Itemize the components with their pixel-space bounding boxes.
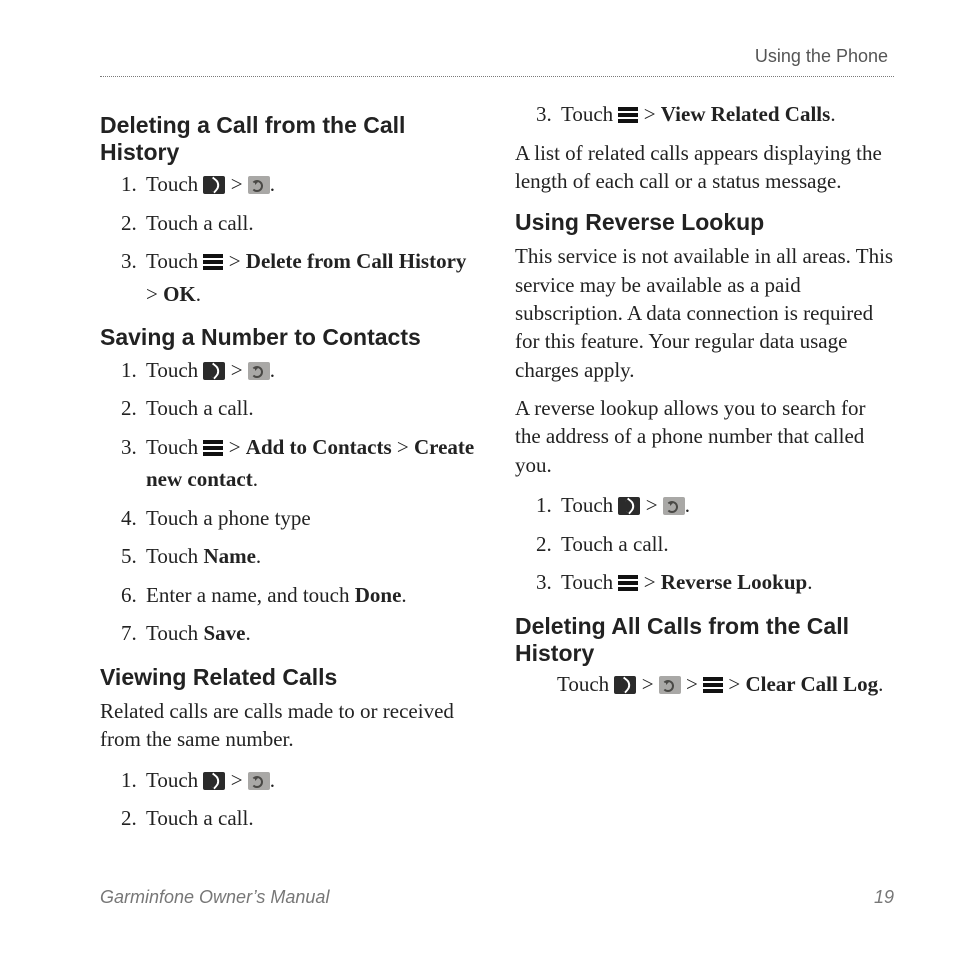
phone-icon: [618, 497, 640, 515]
phone-icon: [203, 772, 225, 790]
header-rule: [100, 76, 894, 77]
step: Touch > Delete from Call History > OK.: [142, 245, 479, 310]
paragraph: Related calls are calls made to or recei…: [100, 697, 479, 754]
step: Enter a name, and touch Done.: [142, 579, 479, 612]
paragraph: A reverse lookup allows you to search fo…: [515, 394, 894, 479]
steps-save-number: Touch > . Touch a call. Touch > Add to C…: [100, 354, 479, 650]
call-history-icon: [659, 676, 681, 694]
heading-delete-call: Deleting a Call from the Call History: [100, 112, 479, 166]
step: Touch a phone type: [142, 502, 479, 535]
steps-delete-call: Touch > . Touch a call. Touch > Delete f…: [100, 168, 479, 310]
step: Touch > .: [142, 764, 479, 797]
heading-delete-all: Deleting All Calls from the Call History: [515, 613, 894, 667]
heading-save-number: Saving a Number to Contacts: [100, 324, 479, 351]
phone-icon: [614, 676, 636, 694]
steps-reverse-lookup: Touch > . Touch a call. Touch > Reverse …: [515, 489, 894, 599]
call-history-icon: [248, 362, 270, 380]
step: Touch > > > Clear Call Log.: [557, 669, 894, 699]
step: Touch a call.: [557, 528, 894, 561]
step: Touch > .: [557, 489, 894, 522]
running-header: Using the Phone: [755, 46, 888, 67]
menu-icon: [203, 254, 223, 270]
call-history-icon: [663, 497, 685, 515]
call-history-icon: [248, 772, 270, 790]
heading-reverse-lookup: Using Reverse Lookup: [515, 209, 894, 236]
step: Touch > Reverse Lookup.: [557, 566, 894, 599]
page-footer: Garminfone Owner’s Manual 19: [100, 887, 894, 908]
steps-related-calls: Touch > . Touch a call.: [100, 764, 479, 835]
step: Touch > Add to Contacts > Create new con…: [142, 431, 479, 496]
step: Touch a call.: [142, 802, 479, 835]
phone-icon: [203, 176, 225, 194]
steps-related-calls-cont: Touch > View Related Calls.: [515, 98, 894, 131]
paragraph: A list of related calls appears displayi…: [515, 139, 894, 196]
step: Touch > .: [142, 168, 479, 201]
step: Touch Name.: [142, 540, 479, 573]
step: Touch a call.: [142, 392, 479, 425]
manual-page: Using the Phone Deleting a Call from the…: [0, 0, 954, 954]
call-history-icon: [248, 176, 270, 194]
step: Touch > View Related Calls.: [557, 98, 894, 131]
phone-icon: [203, 362, 225, 380]
step: Touch Save.: [142, 617, 479, 650]
menu-icon: [203, 440, 223, 456]
two-column-body: Deleting a Call from the Call History To…: [100, 98, 894, 864]
paragraph: This service is not available in all are…: [515, 242, 894, 384]
step: Touch a call.: [142, 207, 479, 240]
manual-title: Garminfone Owner’s Manual: [100, 887, 329, 908]
step: Touch > .: [142, 354, 479, 387]
page-number: 19: [874, 887, 894, 908]
heading-related-calls: Viewing Related Calls: [100, 664, 479, 691]
menu-icon: [703, 677, 723, 693]
menu-icon: [618, 575, 638, 591]
menu-icon: [618, 107, 638, 123]
